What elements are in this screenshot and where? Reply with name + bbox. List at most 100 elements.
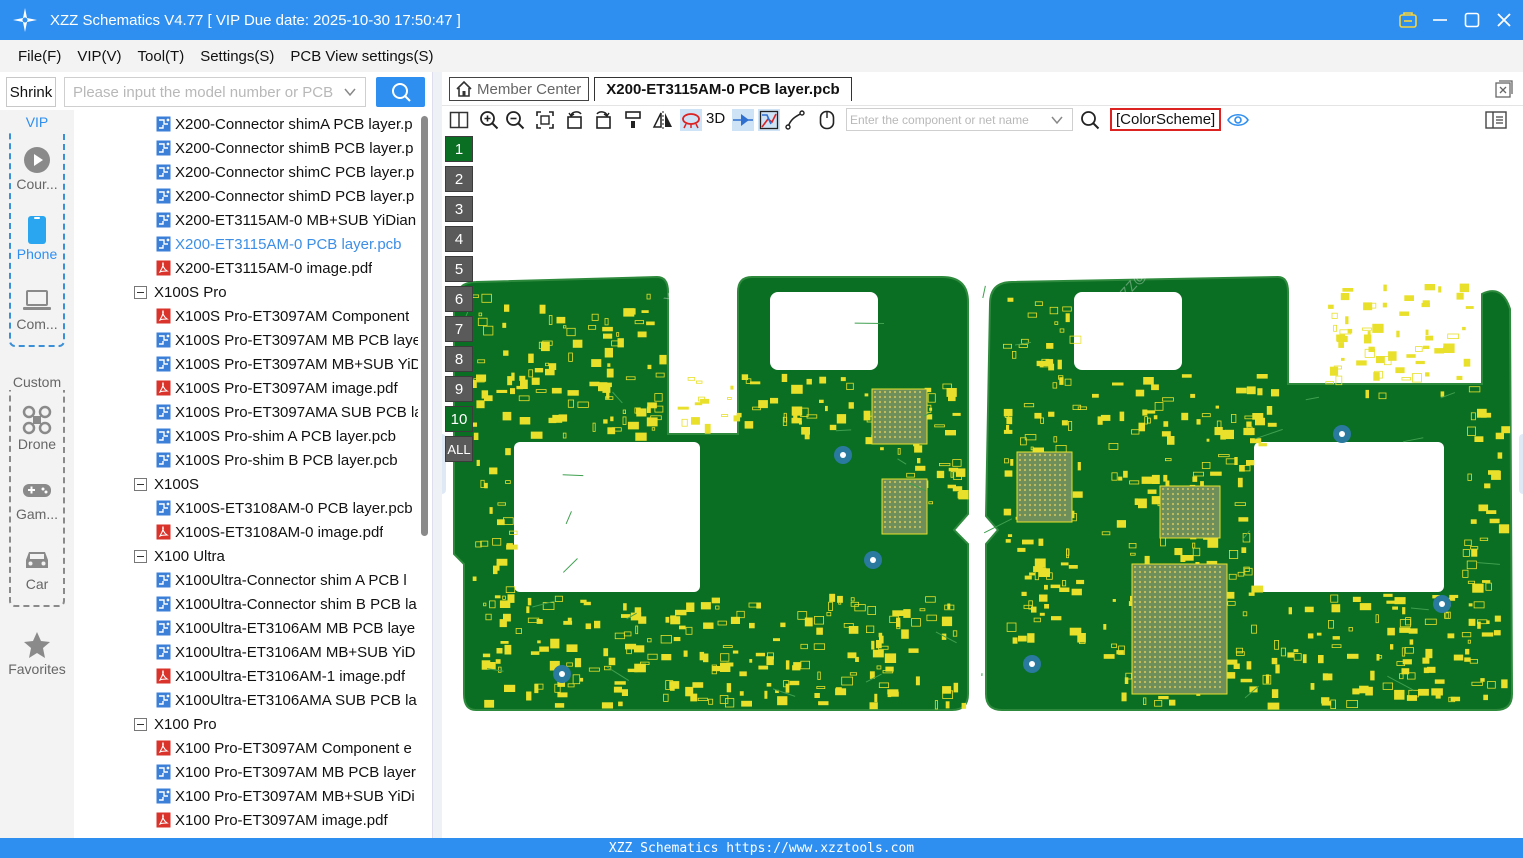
rotate-left-icon[interactable]: [564, 109, 586, 131]
tree-file[interactable]: X100Ultra-Connector shim B PCB la: [156, 592, 417, 616]
three-d-button[interactable]: 3D: [706, 110, 725, 127]
component-pad: [1480, 678, 1485, 682]
tree-file[interactable]: X100 Pro-ET3097AM image.pdf: [156, 808, 388, 832]
message-icon[interactable]: [1399, 11, 1417, 29]
tree-file[interactable]: X100Ultra-ET3106AM MB+SUB YiD: [156, 640, 416, 664]
tree-file[interactable]: X100S-ET3108AM-0 PCB layer.pcb: [156, 496, 413, 520]
net-highlight-icon[interactable]: [680, 109, 702, 131]
pin-arrow-icon[interactable]: [732, 109, 754, 131]
zoom-in-icon[interactable]: [478, 109, 500, 131]
tree-group[interactable]: X100S: [134, 472, 199, 496]
bga-ball: [903, 515, 907, 519]
fit-view-icon[interactable]: [534, 109, 556, 131]
tree-file[interactable]: X100S Pro-ET3097AM image.pdf: [156, 376, 398, 400]
menu-tool[interactable]: Tool(T): [138, 48, 185, 65]
tree-file[interactable]: X100S Pro-shim A PCB layer.pcb: [156, 424, 396, 448]
tree-file[interactable]: X100S Pro-ET3097AM MB PCB laye: [156, 328, 418, 352]
maximize-button[interactable]: [1463, 11, 1481, 29]
tree-file[interactable]: X200-Connector shimC PCB layer.p: [156, 160, 414, 184]
tree-file[interactable]: X200-ET3115AM-0 MB+SUB YiDian: [156, 208, 416, 232]
close-tabs-icon[interactable]: [1495, 80, 1513, 103]
layer-button[interactable]: ALL: [445, 436, 473, 462]
color-scheme-button[interactable]: [ColorScheme]: [1110, 108, 1222, 131]
menu-vip[interactable]: VIP(V): [77, 48, 121, 65]
tree-file[interactable]: X100S Pro-ET3097AM Component: [156, 304, 409, 328]
layer-button[interactable]: 8: [445, 346, 473, 372]
panel-splitter[interactable]: [432, 72, 442, 838]
rail-item-game[interactable]: Gam...: [0, 474, 74, 522]
bga-ball: [1208, 585, 1212, 589]
chevron-down-icon[interactable]: [343, 85, 357, 103]
layer-button[interactable]: 1: [445, 136, 473, 162]
minimize-button[interactable]: [1431, 11, 1449, 29]
tree-file[interactable]: X100Ultra-Connector shim A PCB l: [156, 568, 407, 592]
scrollbar-thumb[interactable]: [421, 116, 428, 536]
tree-file[interactable]: X100 Pro-ET3097AM MB+SUB YiDi: [156, 784, 415, 808]
tree-file[interactable]: X100Ultra-ET3106AMA SUB PCB la: [156, 688, 417, 712]
component-pad: [620, 614, 631, 618]
bga-ball: [1163, 635, 1167, 639]
pcb-canvas[interactable]: 1 2 3 4 5 6 7 8 9 10 ALL XZZ@XZZHK XZZ@XZZHK: [442, 134, 1523, 838]
layer-button[interactable]: 9: [445, 376, 473, 402]
model-search-input[interactable]: [73, 83, 338, 101]
collapse-icon[interactable]: [134, 285, 147, 299]
layer-button[interactable]: 4: [445, 226, 473, 252]
tree-file[interactable]: X200-Connector shimD PCB layer.p: [156, 184, 414, 208]
tree-group[interactable]: X100 Ultra: [134, 544, 225, 568]
tree-file[interactable]: X200-ET3115AM-0 image.pdf: [156, 256, 372, 280]
paint-brush-icon[interactable]: [622, 109, 644, 131]
measure-icon[interactable]: [784, 109, 806, 131]
tree-file[interactable]: X200-Connector shimB PCB layer.p: [156, 136, 413, 160]
rail-item-courses[interactable]: Cour...: [0, 144, 74, 192]
layer-button[interactable]: 6: [445, 286, 473, 312]
component-search-input[interactable]: [850, 112, 1050, 127]
tree-label: X100S Pro-ET3097AM MB PCB laye: [175, 331, 418, 349]
tree-file[interactable]: X100 Pro-ET3097AM Component e: [156, 736, 412, 760]
tree-file[interactable]: X100S Pro-ET3097AMA SUB PCB la: [156, 400, 418, 424]
search-button[interactable]: [376, 77, 425, 107]
tree-file[interactable]: X100S Pro-ET3097AM MB+SUB YiD: [156, 352, 418, 376]
tree-group[interactable]: X100 Pro: [134, 712, 217, 736]
component-pad: [1425, 329, 1429, 336]
layer-button[interactable]: 10: [445, 406, 473, 432]
layer-button[interactable]: 5: [445, 256, 473, 282]
tree-file[interactable]: X100S Pro-shim B PCB layer.pcb: [156, 448, 398, 472]
tree-scrollbar[interactable]: ▲: [418, 110, 432, 838]
tree-file[interactable]: X100S-ET3108AM-0 image.pdf: [156, 520, 383, 544]
component-search-icon[interactable]: [1079, 109, 1101, 131]
tree-file[interactable]: X200-ET3115AM-0 PCB layer.pcb: [156, 232, 402, 256]
tree-file[interactable]: X200-Connector shimA PCB layer.p: [156, 112, 413, 136]
tab-pcb-file[interactable]: X200-ET3115AM-0 PCB layer.pcb: [594, 77, 852, 101]
rail-item-phone[interactable]: Phone: [0, 214, 74, 262]
tree-file[interactable]: X100Ultra-ET3106AM MB PCB laye: [156, 616, 415, 640]
rail-item-computer[interactable]: Com...: [0, 284, 74, 332]
collapse-icon[interactable]: [134, 549, 147, 563]
tree-group[interactable]: X100S Pro: [134, 280, 227, 304]
rotate-right-icon[interactable]: [592, 109, 614, 131]
zoom-out-icon[interactable]: [504, 109, 526, 131]
collapse-icon[interactable]: [134, 477, 147, 491]
tree-file[interactable]: X100 Pro-ET3097AM MB PCB layer: [156, 760, 416, 784]
split-view-icon[interactable]: [448, 109, 470, 131]
panel-toggle-icon[interactable]: [1485, 109, 1507, 131]
layer-button[interactable]: 7: [445, 316, 473, 342]
collapse-icon[interactable]: [134, 717, 147, 731]
mouse-icon[interactable]: [816, 109, 838, 131]
rail-item-favorites[interactable]: Favorites: [0, 629, 74, 677]
layer-button[interactable]: 2: [445, 166, 473, 192]
eye-icon[interactable]: [1227, 109, 1249, 131]
chevron-down-icon[interactable]: [1050, 113, 1064, 127]
tree-file[interactable]: X100Ultra-ET3106AM-1 image.pdf: [156, 664, 405, 688]
shrink-button[interactable]: Shrink: [6, 77, 56, 107]
mirror-icon[interactable]: [652, 109, 674, 131]
rail-item-car[interactable]: Car: [0, 544, 74, 592]
layer-button[interactable]: 3: [445, 196, 473, 222]
rail-item-drone[interactable]: Drone: [0, 404, 74, 452]
tab-member-center[interactable]: Member Center: [449, 77, 589, 101]
trace-view-icon[interactable]: [758, 109, 780, 131]
pcb-board-drawing[interactable]: [442, 134, 1523, 838]
close-button[interactable]: [1495, 11, 1513, 29]
menu-file[interactable]: File(F): [18, 48, 61, 65]
menu-settings[interactable]: Settings(S): [200, 48, 274, 65]
menu-pcb-view-settings[interactable]: PCB View settings(S): [290, 48, 433, 65]
